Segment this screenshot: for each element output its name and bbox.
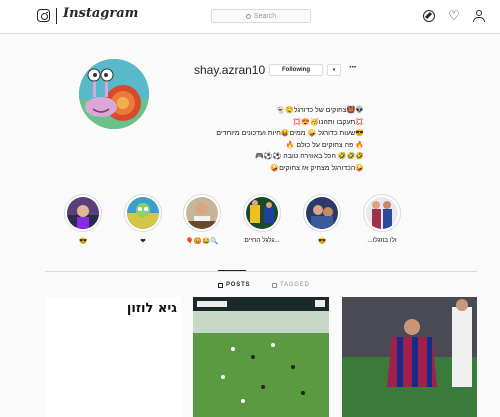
search-placeholder: Search [253, 12, 277, 20]
highlight-label: 🎈😡😂🔍 [185, 238, 219, 245]
tabs-divider [45, 271, 477, 272]
story-highlights: 😎 ❤ 🎈😡😂🔍 גלגל החיים... 😎 ...ולו בוזגלו [0, 194, 500, 254]
active-tab-indicator [218, 270, 246, 271]
highlight-cover [186, 197, 218, 229]
top-navigation-bar: Instagram Search ♡ [0, 0, 500, 34]
bio-line: 🤣🤣🤣 הכל באווירה טובה ⚽⚽🎮 [255, 153, 364, 160]
search-icon [245, 13, 251, 19]
tab-posts-label: POSTS [226, 282, 251, 288]
highlight-item[interactable]: גלגל החיים... [240, 194, 284, 244]
highlight-label: גלגל החיים... [244, 237, 280, 244]
instagram-wordmark[interactable]: Instagram [63, 6, 138, 21]
suggestions-dropdown-button[interactable]: ▾ [327, 64, 341, 76]
highlight-cover [127, 197, 159, 229]
search-input[interactable]: Search [211, 9, 311, 23]
profile-bio: 👽👹צחוקים של כדורגל🤤👻 💢תעקבו ותהנו🥳😍💢 😎שע… [194, 105, 364, 174]
post-thumbnail[interactable] [193, 297, 329, 417]
bio-line: 🔥 פה צחוקים על כולם 🔥 [285, 141, 364, 149]
bio-line: 🤪הכדורגל מצחיק אז צחוקים🤪 [270, 164, 364, 172]
highlight-item[interactable]: ...ולו בוזגלו [360, 194, 404, 244]
highlight-label: 😎 [317, 238, 327, 245]
following-button[interactable]: Following [269, 64, 323, 76]
highlight-cover [366, 197, 398, 229]
grid-icon [218, 282, 223, 288]
highlight-item[interactable]: 😎 [61, 194, 105, 245]
tab-posts[interactable]: POSTS [218, 282, 250, 288]
logo-divider [56, 8, 57, 24]
bio-line: 👽👹צחוקים של כדורגל🤤👻 [276, 107, 364, 114]
highlight-label: ...ולו בוזגלו [367, 237, 397, 244]
highlight-label: ❤ [140, 238, 146, 245]
compass-icon[interactable] [423, 10, 435, 22]
tab-tagged[interactable]: TAGGED [272, 282, 310, 288]
heart-icon[interactable]: ♡ [448, 9, 460, 22]
person-icon[interactable] [473, 10, 485, 22]
bio-line: 💢תעקבו ותהנו🥳😍💢 [292, 118, 364, 126]
highlight-cover [67, 197, 99, 229]
more-options-icon[interactable]: ··· [349, 62, 357, 73]
highlight-item[interactable]: ❤ [121, 194, 165, 245]
tab-tagged-label: TAGGED [280, 282, 310, 288]
bio-line: 😎שעות כדורגל 🤪 ממים😝חיות ועדכונים מיוחדי… [216, 130, 364, 137]
highlight-cover [306, 197, 338, 229]
post-thumbnail[interactable]: גיא לוזון [45, 297, 181, 417]
profile-avatar[interactable] [79, 59, 149, 129]
instagram-logo-icon[interactable] [37, 9, 50, 22]
highlight-item[interactable]: 🎈😡😂🔍 [180, 194, 224, 245]
highlight-label: 😎 [78, 238, 88, 245]
highlight-cover [246, 197, 278, 229]
post-caption: גיא לוזון [126, 301, 177, 316]
post-thumbnail[interactable] [342, 297, 477, 417]
tagged-icon [272, 282, 277, 288]
profile-username: shay.azran10 [194, 63, 266, 77]
highlight-item[interactable]: 😎 [300, 194, 344, 245]
